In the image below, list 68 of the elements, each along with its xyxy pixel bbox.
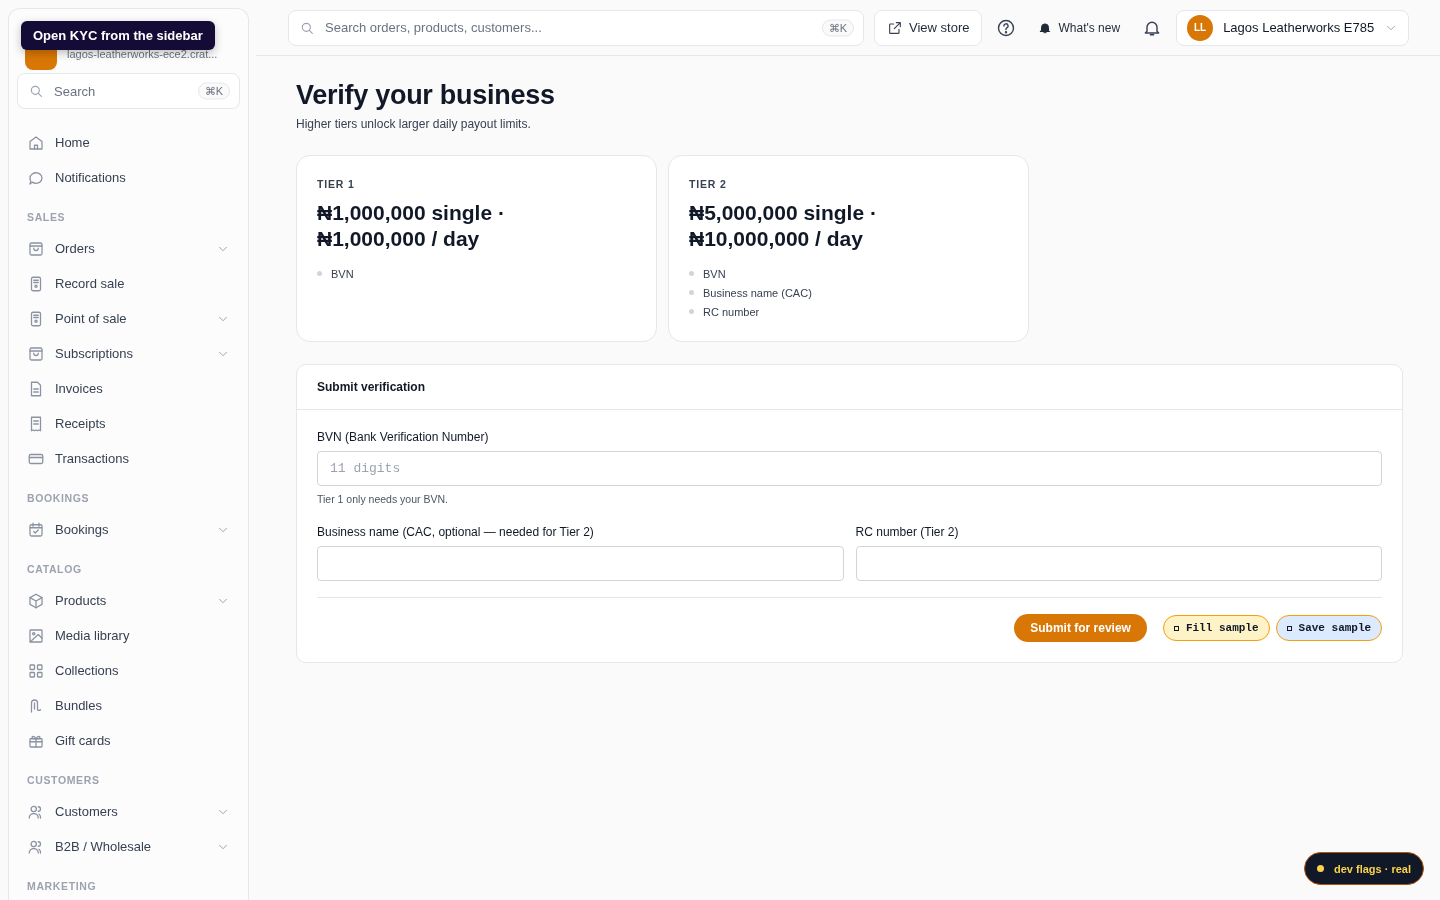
sidebar-item[interactable]: Orders — [17, 231, 240, 266]
search-icon — [28, 83, 44, 99]
tooltip: Open KYC from the sidebar — [21, 21, 215, 50]
section-heading: MARKETING — [26, 880, 98, 894]
section-heading: BOOKINGS — [26, 492, 91, 506]
status-dot — [1316, 865, 1324, 872]
sidebar-item[interactable]: Customers — [17, 794, 240, 829]
dev-flags-badge[interactable]: dev flags · real — [1303, 852, 1424, 885]
bullet-dot — [317, 271, 322, 276]
form-title: Submit verification — [297, 365, 1403, 410]
tier-limits: ₦1,000,000 single · ₦1,000,000 / day — [317, 200, 506, 252]
dev-button[interactable]: Save sample — [1275, 615, 1383, 641]
sidebar-item[interactable]: Media library — [17, 618, 240, 653]
input-field[interactable] — [317, 546, 844, 581]
requirement-text: BVN — [331, 267, 354, 280]
view-store-button[interactable]: View store — [874, 9, 983, 46]
sidebar-item[interactable]: Products — [17, 583, 240, 618]
sidebar-item[interactable]: Transactions — [17, 441, 240, 476]
sidebar-item[interactable]: Subscriptions — [17, 336, 240, 371]
field-hint: Tier 1 only needs your BVN. — [317, 493, 449, 505]
field-label: RC number (Tier 2) — [855, 525, 960, 539]
account-menu[interactable]: LL Lagos Leatherworks E785 — [1176, 9, 1410, 46]
cube-icon — [27, 591, 45, 610]
tier-label: TIER 2 — [689, 178, 728, 190]
input-field[interactable]: 11 digits — [317, 451, 1383, 486]
bullet-dot — [689, 309, 694, 314]
sidebar-item[interactable]: Collections — [17, 653, 240, 688]
page-subtitle: Higher tiers unlock larger daily payout limits. — [296, 117, 532, 131]
section-heading: CATALOG — [26, 563, 83, 577]
sidebar-item[interactable]: B2B / Wholesale — [17, 829, 240, 864]
page-title: Verify your business — [296, 80, 556, 111]
section-heading: SALES — [26, 211, 67, 225]
avatar: LL — [1187, 14, 1214, 41]
sidebar-item[interactable]: Notifications — [17, 160, 240, 195]
sidebar-item[interactable]: Point of sale — [17, 301, 240, 336]
bell-icon — [1038, 20, 1053, 35]
sidebar-item[interactable]: Invoices — [17, 371, 240, 406]
sidebar-item[interactable]: Home — [17, 125, 240, 160]
sidebar-item[interactable]: Bookings — [17, 512, 240, 547]
requirement-text: RC number — [703, 305, 760, 318]
store-url: lagos-leatherworks-ece2.crat... — [67, 48, 218, 60]
sidebar-item[interactable]: Receipts — [17, 406, 240, 441]
tier-limits: ₦5,000,000 single · ₦10,000,000 / day — [689, 200, 878, 252]
requirement-text: Business name (CAC) — [703, 286, 812, 299]
section-heading: CUSTOMERS — [26, 774, 101, 788]
tier-label: TIER 1 — [317, 178, 356, 190]
sidebar-item[interactable]: Bundles — [17, 688, 240, 723]
field-label: Business name (CAC, optional — needed for Tier 2) — [317, 525, 595, 539]
grid-icon — [27, 661, 45, 680]
square-icon — [1286, 625, 1292, 631]
help-icon — [996, 17, 1017, 38]
dev-button[interactable]: Fill sample — [1162, 615, 1270, 641]
whats-new-button[interactable]: What's new — [1030, 16, 1129, 39]
requirement-text: BVN — [703, 267, 726, 280]
square-icon — [1173, 625, 1179, 631]
bag-icon — [27, 344, 45, 363]
bullet-dot — [689, 271, 694, 276]
bullet-dot — [689, 290, 694, 295]
bag-icon — [27, 239, 45, 258]
external-link-icon — [887, 19, 903, 36]
field-label: BVN (Bank Verification Number) — [317, 430, 490, 444]
calendar-icon — [27, 520, 45, 539]
input-field[interactable] — [855, 546, 1383, 581]
sidebar-item[interactable]: Record sale — [17, 266, 240, 301]
sidebar-item[interactable]: Gift cards — [17, 723, 240, 758]
account-name: Lagos Leatherworks E785 — [1223, 20, 1375, 35]
image-icon — [27, 626, 45, 645]
dev-flags-text: dev flags · real — [1333, 862, 1411, 875]
